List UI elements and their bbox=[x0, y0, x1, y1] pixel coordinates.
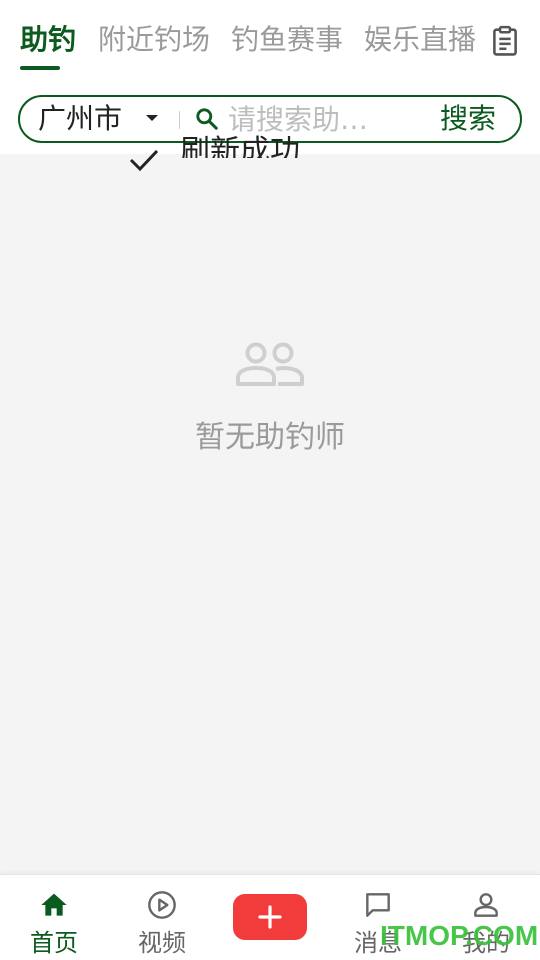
tab-nearby-spots[interactable]: 附近钓场 bbox=[98, 20, 210, 60]
check-icon bbox=[129, 149, 159, 172]
nav-video[interactable]: 视频 bbox=[108, 875, 216, 960]
publish-button[interactable] bbox=[233, 894, 307, 940]
nav-video-label: 视频 bbox=[138, 929, 186, 957]
helper-list-area[interactable]: 刷新成功 暂无助钓师 bbox=[0, 134, 540, 874]
caret-down-icon[interactable] bbox=[146, 115, 158, 121]
empty-state-text: 暂无助钓师 bbox=[195, 420, 345, 455]
tab-live-entertainment[interactable]: 娱乐直播 bbox=[364, 20, 476, 60]
city-selector[interactable]: 广州市 bbox=[38, 99, 122, 139]
nav-home[interactable]: 首页 bbox=[0, 875, 108, 960]
top-tab-bar: 助钓 附近钓场 钓鱼赛事 娱乐直播 bbox=[0, 0, 540, 84]
refresh-status-text: 刷新成功 bbox=[180, 134, 300, 158]
home-icon bbox=[41, 893, 67, 916]
tab-assist-fishing[interactable]: 助钓 bbox=[20, 20, 76, 60]
tab-fishing-events[interactable]: 钓鱼赛事 bbox=[231, 20, 343, 60]
plus-icon bbox=[258, 905, 282, 929]
search-icon bbox=[196, 108, 218, 130]
nav-home-label: 首页 bbox=[30, 929, 78, 957]
active-tab-indicator bbox=[20, 66, 60, 70]
site-watermark: ITMOP.COM bbox=[380, 920, 539, 951]
chat-icon bbox=[366, 893, 390, 917]
users-icon bbox=[236, 342, 304, 386]
search-button[interactable]: 搜索 bbox=[440, 99, 496, 139]
search-divider bbox=[179, 111, 180, 129]
clipboard-icon[interactable] bbox=[488, 24, 522, 58]
play-circle-icon bbox=[148, 891, 176, 919]
app-screen: 助钓 附近钓场 钓鱼赛事 娱乐直播 广州市 搜索 刷新成功 bbox=[0, 0, 540, 960]
user-icon bbox=[474, 893, 498, 917]
